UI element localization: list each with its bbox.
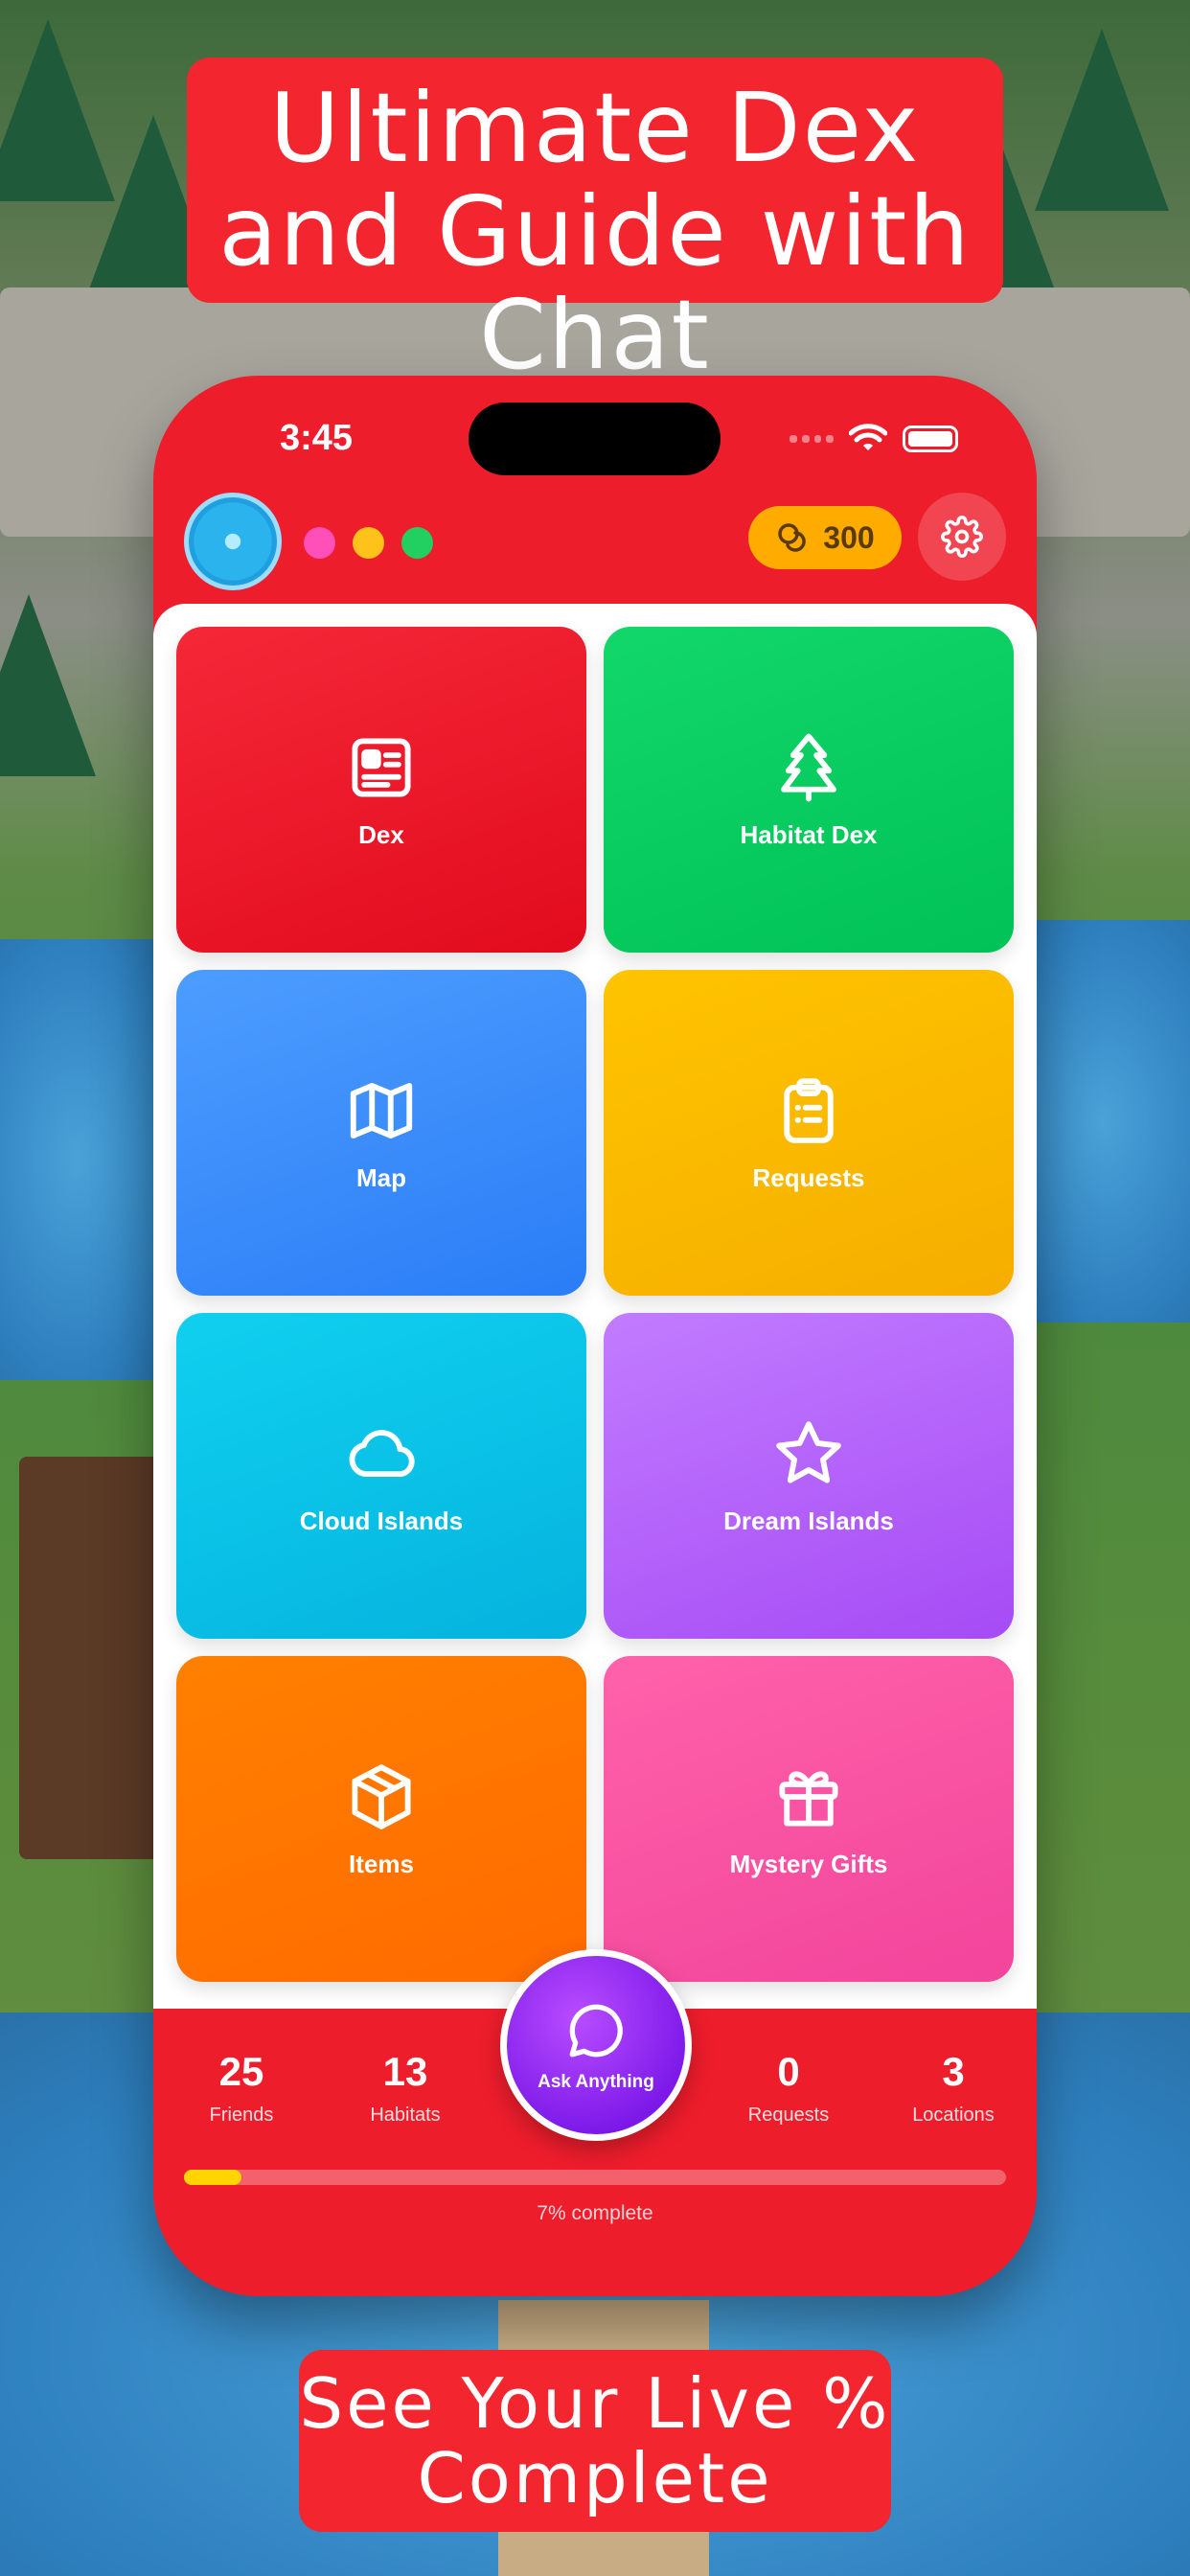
- profile-avatar[interactable]: [184, 493, 282, 590]
- completion-percent-label: 7% complete: [537, 2202, 653, 2224]
- completion-progress-fill: [184, 2170, 242, 2185]
- stat-friends[interactable]: 25 Friends: [170, 2049, 313, 2127]
- main-content: Dex Habitat Dex Map Requests Cloud Islan…: [153, 604, 1037, 2009]
- color-dots: [304, 527, 433, 559]
- box-icon: [352, 1763, 411, 1829]
- tile-dream-islands[interactable]: Dream Islands: [604, 1313, 1014, 1639]
- tile-label: Map: [356, 1162, 406, 1192]
- tile-label: Mystery Gifts: [729, 1849, 888, 1878]
- top-promo-banner: Ultimate Dex and Guide with Chat: [187, 58, 1003, 387]
- tile-cloud-islands[interactable]: Cloud Islands: [176, 1313, 586, 1639]
- bottom-promo-banner: See Your Live % Complete: [299, 2350, 891, 2532]
- tile-label: Items: [349, 1849, 414, 1878]
- status-icons: [790, 424, 958, 454]
- stat-value: 25: [218, 2049, 264, 2094]
- tile-map[interactable]: Map: [176, 970, 586, 1296]
- green-dot: [401, 527, 433, 559]
- tile-label: Dex: [358, 819, 404, 849]
- tile-items[interactable]: Items: [176, 1656, 586, 1982]
- clipboard-icon: [784, 1077, 834, 1143]
- stat-habitats[interactable]: 13 Habitats: [333, 2049, 477, 2127]
- settings-button[interactable]: [918, 493, 1006, 581]
- ask-anything-label: Ask Anything: [538, 2072, 654, 2092]
- stat-requests[interactable]: 0 Requests: [717, 2049, 860, 2127]
- stat-value: 0: [777, 2049, 800, 2094]
- star-icon: [776, 1420, 841, 1484]
- tile-label: Cloud Islands: [299, 1506, 464, 1535]
- coin-count: 300: [823, 519, 875, 555]
- tile-label: Requests: [752, 1162, 865, 1192]
- tree-decoration: [1035, 29, 1169, 211]
- status-time: 3:45: [280, 418, 354, 458]
- pink-dot: [304, 527, 335, 559]
- coins-icon: [778, 523, 807, 552]
- garden-decoration: [19, 1457, 163, 1859]
- dynamic-island: [469, 402, 721, 475]
- stat-label: Requests: [747, 2104, 830, 2126]
- stat-label: Friends: [209, 2104, 274, 2126]
- ask-anything-button[interactable]: Ask Anything: [500, 1949, 692, 2141]
- tile-habitat-dex[interactable]: Habitat Dex: [604, 627, 1014, 953]
- wifi-icon: [849, 424, 887, 450]
- tree-decoration: [0, 594, 96, 776]
- signal-icon: [790, 435, 834, 443]
- tile-requests[interactable]: Requests: [604, 970, 1014, 1296]
- id-card-icon: [352, 737, 411, 797]
- status-bar: 3:45: [153, 376, 1037, 481]
- chat-bubble-icon: [569, 2004, 623, 2058]
- tile-dex[interactable]: Dex: [176, 627, 586, 953]
- stat-label: Locations: [912, 2104, 995, 2126]
- gear-icon: [941, 516, 983, 558]
- stat-label: Habitats: [370, 2104, 441, 2126]
- stat-locations[interactable]: 3 Locations: [881, 2049, 1025, 2127]
- completion-progress-bar: [184, 2170, 1006, 2185]
- coin-balance-button[interactable]: 300: [748, 506, 902, 569]
- tree-icon: [781, 733, 836, 801]
- cloud-icon: [349, 1429, 415, 1477]
- phone-frame: 3:45 300 Dex Habitat Dex Map Requests Cl…: [153, 376, 1037, 2296]
- stat-value: 13: [382, 2049, 428, 2094]
- tile-label: Dream Islands: [723, 1506, 894, 1535]
- feature-grid: Dex Habitat Dex Map Requests Cloud Islan…: [176, 627, 1014, 1982]
- tile-label: Habitat Dex: [740, 819, 878, 849]
- yellow-dot: [353, 527, 384, 559]
- battery-icon: [903, 426, 958, 452]
- stat-value: 3: [942, 2049, 965, 2094]
- app-header: 300: [153, 489, 1037, 594]
- stats-bar: 25 Friends 13 Habitats 0 Requests 3 Loca…: [153, 1949, 1037, 2296]
- gift-icon: [779, 1771, 838, 1827]
- tile-mystery-gifts[interactable]: Mystery Gifts: [604, 1656, 1014, 1982]
- map-icon: [350, 1082, 413, 1138]
